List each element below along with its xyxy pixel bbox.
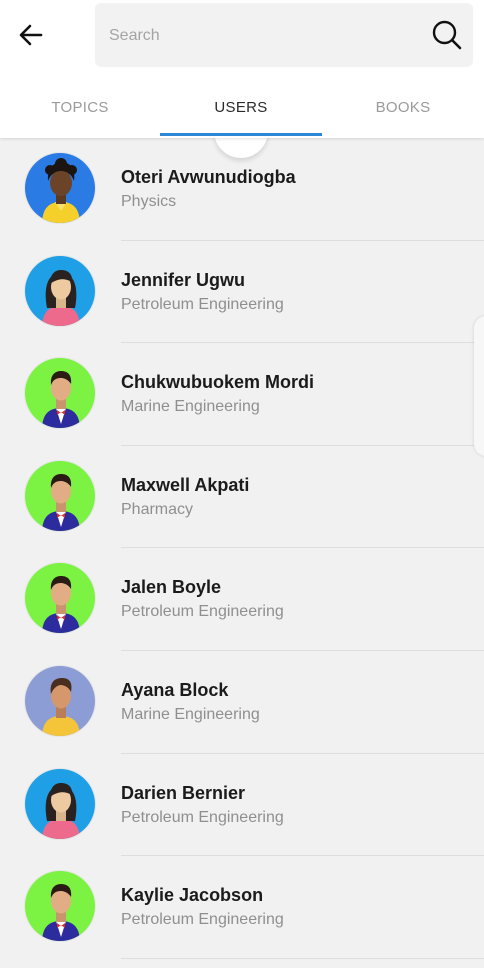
arrow-left-icon xyxy=(19,24,43,46)
tab-books-label: BOOKS xyxy=(375,98,431,116)
list-item[interactable]: Maxwell Akpati Pharmacy xyxy=(0,446,484,549)
list-item[interactable]: Chukwubuokem Mordi Marine Engineering xyxy=(0,343,484,446)
user-list: Oteri Avwunudiogba Physics Jennifer Ugwu P… xyxy=(0,138,484,959)
avatar-woman-icon xyxy=(24,254,96,327)
tab-books[interactable]: BOOKS xyxy=(322,76,484,138)
user-name: Chukwubuokem Mordi xyxy=(121,372,314,393)
list-item[interactable]: Ayana Block Marine Engineering xyxy=(0,651,484,754)
app-header: TOPICS USERS BOOKS xyxy=(0,0,484,138)
avatar-man-suit-icon xyxy=(24,562,96,635)
search-input[interactable] xyxy=(107,17,421,55)
tab-topics[interactable]: TOPICS xyxy=(0,76,160,138)
app-screen: TOPICS USERS BOOKS Oteri Avwunudiogba Phy… xyxy=(0,0,484,968)
user-department: Physics xyxy=(121,193,177,210)
user-name: Oteri Avwunudiogba xyxy=(121,167,296,187)
avatar-man-suit-icon xyxy=(24,357,96,430)
avatar-man-yellow-shirt-icon xyxy=(24,664,96,737)
list-item[interactable]: Jalen Boyle Petroleum Engineering xyxy=(0,548,484,651)
user-department: Petroleum Engineering xyxy=(121,808,284,826)
user-department: Marine Engineering xyxy=(121,398,260,416)
user-department: Petroleum Engineering xyxy=(121,295,284,313)
list-item[interactable]: Darien Bernier Petroleum Engineering xyxy=(0,754,484,857)
active-tab-indicator xyxy=(160,133,322,136)
tab-users-label: USERS xyxy=(214,98,268,116)
avatar-man-suit-icon xyxy=(24,870,96,943)
avatar-man-suit-icon xyxy=(24,459,96,532)
user-name: Kaylie Jacobson xyxy=(121,885,264,906)
search-icon xyxy=(432,20,462,50)
side-drawer-handle[interactable] xyxy=(474,316,484,456)
search-bar xyxy=(95,3,473,67)
list-item[interactable]: Kaylie Jacobson Petroleum Engineering xyxy=(0,856,484,959)
user-name: Maxwell Akpati xyxy=(121,474,250,495)
user-name: Jalen Boyle xyxy=(121,577,222,598)
user-department: Pharmacy xyxy=(121,500,194,518)
user-name: Ayana Block xyxy=(121,679,229,700)
back-button[interactable] xyxy=(14,18,48,52)
divider xyxy=(121,957,484,959)
user-name: Jennifer Ugwu xyxy=(121,269,246,290)
user-department: Petroleum Engineering xyxy=(121,911,284,929)
tab-bar: TOPICS USERS BOOKS xyxy=(0,76,484,138)
user-department: Petroleum Engineering xyxy=(121,603,284,621)
avatar-woman-curly-hair-icon xyxy=(24,152,96,224)
tab-topics-label: TOPICS xyxy=(51,98,109,116)
avatar-woman-icon xyxy=(24,767,96,840)
user-department: Marine Engineering xyxy=(121,705,260,723)
list-item[interactable]: Jennifer Ugwu Petroleum Engineering xyxy=(0,241,484,344)
tab-users[interactable]: USERS xyxy=(160,76,322,138)
user-name: Darien Bernier xyxy=(121,782,246,803)
search-button[interactable] xyxy=(431,19,463,51)
